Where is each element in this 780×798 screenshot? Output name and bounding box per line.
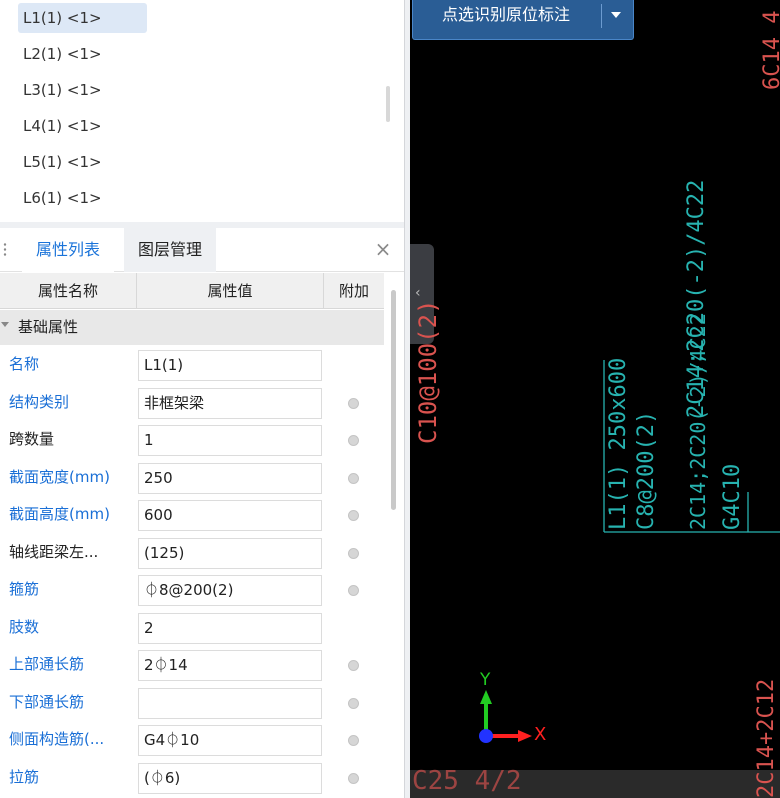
attach-radio-icon[interactable]	[348, 435, 359, 446]
attach-radio-icon[interactable]	[348, 510, 359, 521]
property-group-label: 基础属性	[18, 318, 79, 336]
tab-layers[interactable]: 图层管理	[124, 228, 217, 272]
axis-origin	[479, 729, 493, 743]
property-value-field[interactable]: L1(1)	[138, 350, 322, 381]
cad-annotation: C25 4/2	[412, 766, 522, 796]
property-value-field[interactable]: (125)	[138, 537, 322, 569]
axis-x-label: X	[534, 724, 547, 745]
property-row[interactable]: 截面高度(mm) 600	[0, 496, 384, 533]
property-row[interactable]: 轴线距梁左... (125)	[0, 533, 384, 571]
property-tabbar: 属性列表 图层管理 ×	[0, 228, 404, 272]
property-group-basic[interactable]: 基础属性	[0, 310, 384, 345]
beam-list-item[interactable]: L1(1) <1>	[18, 3, 147, 33]
cad-annotation: C8@200(2)	[634, 410, 659, 530]
property-value-field[interactable]: 非框架梁	[138, 387, 322, 419]
property-value-field[interactable]: 2	[138, 612, 322, 644]
column-header-extra: 附加	[338, 282, 369, 300]
attach-radio-icon[interactable]	[348, 585, 359, 596]
property-value-field[interactable]: (⏀6)	[138, 762, 322, 794]
attach-radio-icon[interactable]	[348, 735, 359, 746]
attach-radio-icon[interactable]	[348, 547, 359, 559]
beam-list-item[interactable]: L5(1) <1>	[18, 147, 147, 177]
property-value-field[interactable]: 2⏀14	[138, 650, 322, 681]
property-name: 箍筋	[9, 580, 40, 598]
property-scrollbar-thumb[interactable]	[391, 290, 396, 510]
property-name: 轴线距梁左...	[9, 542, 99, 561]
property-name: 侧面构造筋(...	[9, 730, 105, 748]
property-value-field[interactable]: G4⏀10	[138, 725, 322, 756]
property-row[interactable]: 箍筋 ⏀8@200(2)	[0, 571, 384, 608]
attach-radio-icon[interactable]	[348, 472, 359, 484]
property-row[interactable]: 肢数 2	[0, 608, 384, 646]
property-row[interactable]: 结构类别 非框架梁	[0, 383, 384, 421]
cad-canvas[interactable]: 点选识别原位标注 ‹ 6C14 4 C10@100(2) 2C14;2C20(-…	[410, 0, 780, 798]
property-name: 上部通长筋	[9, 655, 85, 673]
drag-handle-icon[interactable]	[3, 242, 7, 258]
property-name: 截面宽度(mm)	[9, 467, 110, 486]
property-value-field[interactable]: 1	[138, 425, 322, 456]
property-value-field[interactable]: ⏀8@200(2)	[138, 575, 322, 606]
property-name: 名称	[9, 355, 40, 373]
beam-list: L1(1) <1> L2(1) <1> L3(1) <1> L4(1) <1> …	[0, 0, 404, 222]
property-value-field[interactable]	[138, 687, 322, 719]
property-row[interactable]: 拉筋 (⏀6)	[0, 758, 384, 796]
property-name: 跨数量	[9, 430, 55, 448]
tab-properties[interactable]: 属性列表	[22, 228, 115, 272]
beam-list-scrollbar[interactable]	[386, 86, 390, 122]
property-row[interactable]: 侧面构造筋(... G4⏀10	[0, 721, 384, 758]
attach-radio-icon[interactable]	[348, 660, 359, 671]
axis-y-label: Y	[480, 670, 491, 690]
beam-list-item[interactable]: L2(1) <1>	[18, 39, 147, 69]
property-row[interactable]: 截面宽度(mm) 250	[0, 458, 384, 496]
property-name: 结构类别	[9, 392, 70, 411]
beam-list-item[interactable]: L6(1) <1>	[18, 183, 147, 213]
property-table-header: 属性名称 属性值 附加	[0, 273, 384, 309]
cad-annotation: G4C10	[720, 463, 745, 530]
axis-y-arrow	[480, 690, 492, 704]
property-name: 拉筋	[9, 767, 40, 786]
cad-linework	[603, 360, 780, 533]
left-panel: L1(1) <1> L2(1) <1> L3(1) <1> L4(1) <1> …	[0, 0, 410, 798]
cad-annotation: 6C14 4	[760, 11, 780, 90]
close-icon[interactable]: ×	[372, 238, 394, 260]
property-row[interactable]: 名称 L1(1)	[0, 346, 384, 383]
property-value-field[interactable]: 600	[138, 500, 322, 531]
beam-list-item[interactable]: L4(1) <1>	[18, 111, 147, 141]
property-name: 下部通长筋	[9, 692, 85, 711]
property-row[interactable]: 下部通长筋	[0, 683, 384, 721]
cad-annotation: 2C14+2C12	[754, 678, 779, 798]
property-name: 肢数	[9, 617, 40, 636]
cad-annotation: 2C14;2C20(-2)/4C22	[686, 313, 710, 530]
caret-down-icon[interactable]	[1, 322, 9, 327]
attach-radio-icon[interactable]	[348, 697, 359, 709]
axis-x-arrow	[518, 730, 532, 742]
attach-radio-icon[interactable]	[348, 397, 359, 409]
beam-list-item[interactable]: L3(1) <1>	[18, 75, 147, 105]
property-name: 截面高度(mm)	[9, 505, 110, 523]
attach-radio-icon[interactable]	[348, 772, 359, 784]
beam-name-annotation: L1(1) 250x600	[606, 357, 631, 530]
cad-annotation: C10@100(2)	[414, 299, 442, 445]
property-row[interactable]: 上部通长筋 2⏀14	[0, 646, 384, 683]
property-row[interactable]: 跨数量 1	[0, 421, 384, 458]
property-value-field[interactable]: 250	[138, 462, 322, 494]
column-header-value: 属性值	[137, 273, 324, 309]
column-header-name: 属性名称	[0, 273, 137, 309]
